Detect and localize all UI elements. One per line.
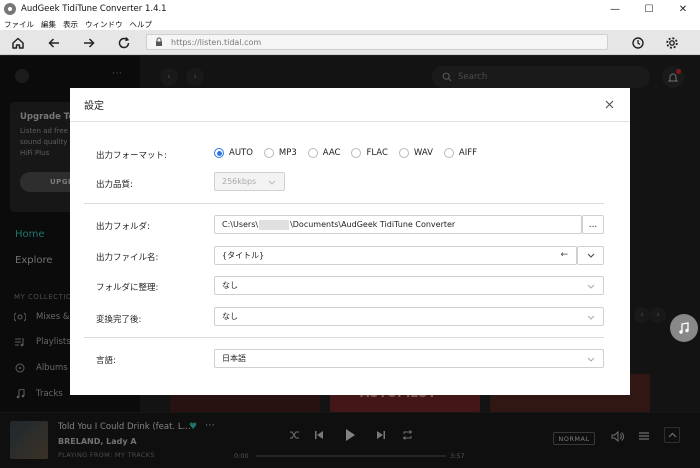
redacted-username: [259, 219, 290, 230]
section-divider: [84, 337, 604, 338]
radio-dot: [214, 148, 224, 158]
output-filename-label: 出力ファイル名:: [96, 253, 159, 263]
menu-window[interactable]: ウィンドウ: [85, 19, 123, 30]
home-icon: [12, 37, 24, 49]
settings-dialog: 設定 出力フォーマット: AUTO MP3 AAC FLAC WAV AIFF …: [70, 88, 630, 395]
chevron-down-icon: [587, 253, 594, 258]
output-quality-label: 出力品質:: [96, 180, 133, 190]
title-bar: AudGeek TidiTune Converter 1.4.1 — ☐ ✕: [0, 0, 700, 18]
menu-help[interactable]: ヘルプ: [130, 19, 153, 30]
chevron-down-icon: [587, 282, 595, 290]
folder-path-prefix: C:\Users\: [222, 220, 259, 229]
menu-edit[interactable]: 編集: [41, 19, 56, 30]
radio-label: AIFF: [458, 148, 478, 158]
arrow-left-icon[interactable]: ←: [560, 250, 568, 260]
chevron-down-icon: [587, 313, 595, 321]
radio-label: FLAC: [366, 148, 388, 158]
output-format-radio-group: AUTO MP3 AAC FLAC WAV AIFF: [214, 148, 488, 158]
minimize-button[interactable]: —: [598, 0, 632, 18]
after-convert-select[interactable]: なし: [214, 307, 604, 326]
output-folder-label: 出力フォルダ:: [96, 222, 150, 232]
after-convert-label: 変換完了後:: [96, 315, 142, 325]
reload-icon: [118, 37, 130, 49]
dialog-close-button[interactable]: [602, 97, 616, 111]
reload-button[interactable]: [114, 33, 134, 53]
select-value: なし: [222, 312, 238, 321]
history-button[interactable]: [628, 33, 648, 53]
history-icon: [632, 37, 644, 49]
format-radio-aac[interactable]: AAC: [307, 148, 341, 158]
radio-dot: [398, 148, 409, 158]
chevron-down-icon: [587, 355, 595, 363]
arrow-right-icon: [84, 38, 95, 48]
chevron-down-icon: [268, 178, 276, 186]
organize-folder-label: フォルダに整理:: [96, 283, 159, 293]
organize-folder-select[interactable]: なし: [214, 276, 604, 295]
url-bar[interactable]: https://listen.tidal.com: [146, 34, 608, 50]
select-value: 256kbps: [222, 177, 257, 186]
converter-floating-button[interactable]: [670, 314, 698, 342]
language-select[interactable]: 日本語: [214, 349, 604, 368]
filename-options-button[interactable]: [577, 246, 604, 265]
radio-dot: [443, 148, 454, 158]
radio-dot: [307, 148, 318, 158]
home-button[interactable]: [8, 33, 28, 53]
menu-view[interactable]: 表示: [63, 19, 78, 30]
close-window-button[interactable]: ✕: [666, 0, 700, 18]
dialog-title: 設定: [84, 101, 104, 112]
gear-icon: [666, 37, 678, 49]
radio-dot: [351, 148, 362, 158]
format-radio-flac[interactable]: FLAC: [351, 148, 388, 158]
lock-icon: [153, 36, 165, 48]
back-button[interactable]: [44, 33, 64, 53]
output-quality-select[interactable]: 256kbps: [214, 172, 285, 191]
menu-file[interactable]: ファイル: [4, 19, 34, 30]
dialog-header: 設定: [70, 88, 630, 122]
filename-value: {タイトル}: [222, 251, 265, 260]
browse-folder-button[interactable]: ...: [582, 215, 604, 234]
output-format-label: 出力フォーマット:: [96, 151, 167, 161]
forward-button[interactable]: [79, 33, 99, 53]
maximize-button[interactable]: ☐: [632, 0, 666, 18]
select-value: 日本語: [222, 354, 246, 363]
radio-dot: [263, 148, 274, 158]
arrow-left-icon: [48, 38, 59, 48]
radio-label: WAV: [413, 148, 433, 158]
format-radio-auto[interactable]: AUTO: [214, 148, 253, 158]
music-add-icon: [679, 322, 689, 334]
radio-label: AUTO: [229, 148, 253, 158]
close-icon: [605, 100, 613, 108]
app-logo-icon: [4, 3, 16, 15]
output-folder-field[interactable]: C:\Users\ \Documents\AudGeek TidiTune Con…: [214, 215, 582, 234]
output-filename-input[interactable]: {タイトル} ←: [214, 246, 577, 265]
select-value: なし: [222, 281, 238, 290]
window-title: AudGeek TidiTune Converter 1.4.1: [21, 4, 167, 14]
settings-button[interactable]: [662, 33, 682, 53]
menu-bar: ファイル 編集 表示 ウィンドウ ヘルプ: [0, 18, 700, 30]
format-radio-aiff[interactable]: AIFF: [443, 148, 478, 158]
radio-label: AAC: [322, 148, 341, 158]
language-label: 言語:: [96, 356, 116, 366]
folder-path-suffix: \Documents\AudGeek TidiTune Converter: [290, 220, 456, 229]
window-controls: — ☐ ✕: [598, 0, 700, 18]
format-radio-wav[interactable]: WAV: [398, 148, 433, 158]
radio-label: MP3: [278, 148, 297, 158]
url-text: https://listen.tidal.com: [171, 37, 262, 47]
format-radio-mp3[interactable]: MP3: [263, 148, 297, 158]
browser-toolbar: https://listen.tidal.com: [0, 30, 700, 55]
section-divider: [84, 203, 604, 204]
